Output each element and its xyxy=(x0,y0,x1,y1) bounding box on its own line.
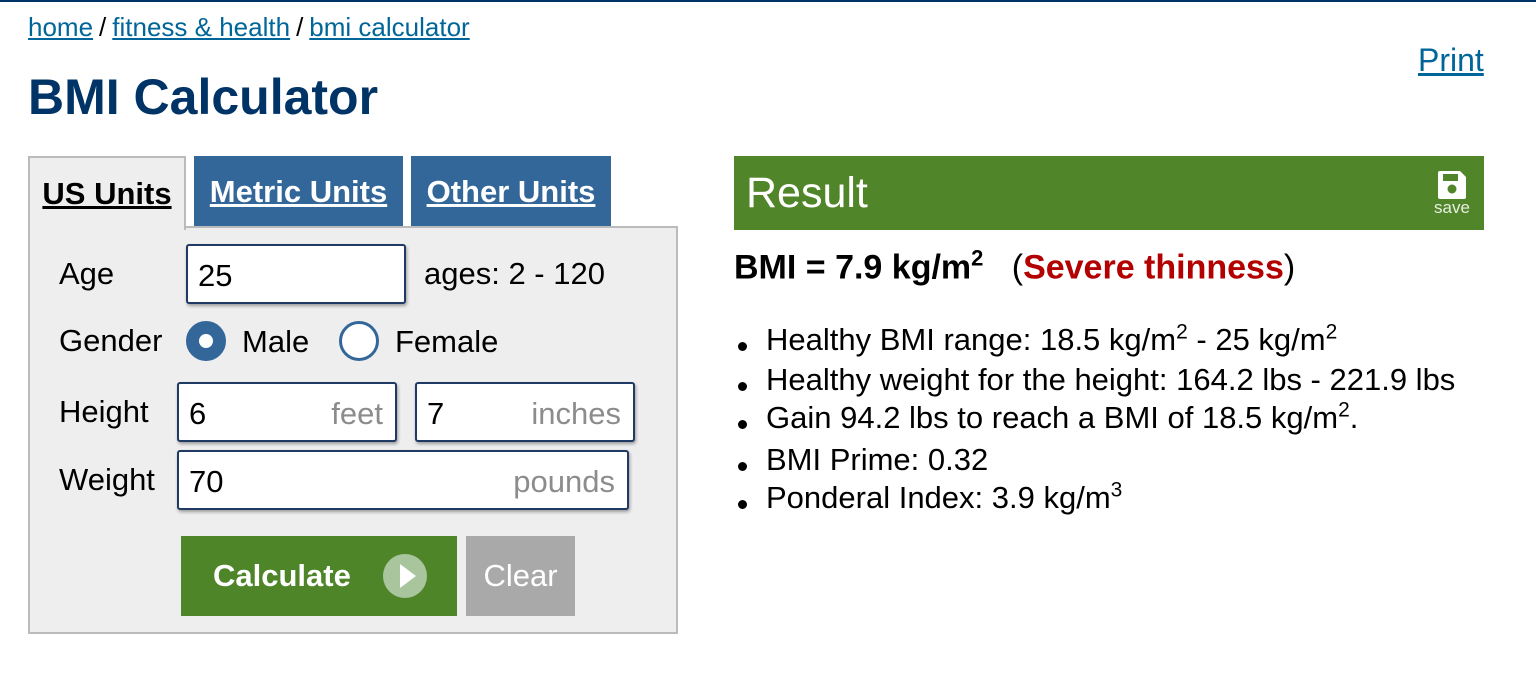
bmi-result-line: BMI = 7.9 kg/m2 (Severe thinness) xyxy=(734,246,1296,287)
floppy-disk-icon xyxy=(1438,171,1466,199)
gender-female-label[interactable]: Female xyxy=(395,324,498,360)
feet-unit-label: feet xyxy=(331,396,383,431)
age-input[interactable]: 25 xyxy=(186,244,406,304)
bmi-value: BMI = 7.9 kg/m xyxy=(734,248,972,287)
page-title: BMI Calculator xyxy=(28,69,379,125)
save-label: save xyxy=(1434,198,1470,217)
weight-input[interactable]: 70 pounds xyxy=(177,450,629,510)
healthy-range-upper: - 25 kg/m xyxy=(1187,322,1326,357)
bmi-category: Severe thinness xyxy=(1023,248,1284,287)
save-button[interactable]: save xyxy=(1430,170,1474,220)
inches-unit-label: inches xyxy=(531,396,621,431)
list-item-ponderal-index: Ponderal Index: 3.9 kg/m3 xyxy=(734,480,1455,522)
list-item-bmi-prime: BMI Prime: 0.32 xyxy=(734,442,1455,480)
healthy-range-text: Healthy BMI range: 18.5 kg/m xyxy=(766,322,1177,357)
exponent: 2 xyxy=(1338,398,1350,422)
breadcrumb-bmi-link[interactable]: bmi calculator xyxy=(309,12,469,42)
result-header: Result save xyxy=(734,156,1484,230)
calculate-button[interactable]: Calculate xyxy=(181,536,457,616)
gender-male-label[interactable]: Male xyxy=(242,324,309,360)
exponent: 2 xyxy=(1176,320,1188,344)
bmi-unit-exponent: 2 xyxy=(971,246,984,271)
tab-metric-units[interactable]: Metric Units xyxy=(194,156,403,228)
gender-label: Gender xyxy=(59,323,163,358)
list-item-healthy-weight: Healthy weight for the height: 164.2 lbs… xyxy=(734,362,1455,400)
pounds-unit-label: pounds xyxy=(513,464,615,499)
calculate-label: Calculate xyxy=(213,558,351,593)
list-item-healthy-range: Healthy BMI range: 18.5 kg/m2 - 25 kg/m2 xyxy=(734,322,1455,362)
result-facts-list: Healthy BMI range: 18.5 kg/m2 - 25 kg/m2… xyxy=(734,322,1455,522)
tab-other-units[interactable]: Other Units xyxy=(411,156,611,228)
weight-value: 70 xyxy=(189,464,224,499)
height-inches-input[interactable]: 7 inches xyxy=(415,382,635,442)
height-label: Height xyxy=(59,394,149,429)
gain-text: Gain 94.2 lbs to reach a BMI of 18.5 kg/… xyxy=(766,400,1339,435)
play-arrow-icon xyxy=(383,554,427,598)
height-feet-value: 6 xyxy=(189,396,207,431)
gender-female-radio[interactable] xyxy=(339,321,379,361)
clear-button[interactable]: Clear xyxy=(466,536,575,616)
top-border xyxy=(0,0,1536,2)
exponent: 3 xyxy=(1110,478,1123,502)
exponent: 2 xyxy=(1325,320,1338,344)
gender-male-radio[interactable] xyxy=(186,321,226,361)
height-feet-input[interactable]: 6 feet xyxy=(177,382,397,442)
weight-label: Weight xyxy=(59,462,155,497)
breadcrumb-fitness-link[interactable]: fitness & health xyxy=(112,12,290,42)
result-heading: Result xyxy=(746,169,868,217)
list-item-gain: Gain 94.2 lbs to reach a BMI of 18.5 kg/… xyxy=(734,400,1455,442)
ponderal-text: Ponderal Index: 3.9 kg/m xyxy=(766,480,1111,515)
breadcrumb-separator: / xyxy=(296,12,304,42)
age-value: 25 xyxy=(198,258,233,293)
breadcrumb: home / fitness & health / bmi calculator xyxy=(28,12,470,43)
gain-period: . xyxy=(1349,400,1359,435)
age-label: Age xyxy=(59,256,115,291)
breadcrumb-separator: / xyxy=(99,12,107,42)
breadcrumb-home-link[interactable]: home xyxy=(28,12,93,42)
age-range-hint: ages: 2 - 120 xyxy=(424,256,605,291)
tab-us-units[interactable]: US Units xyxy=(28,156,186,230)
print-link[interactable]: Print xyxy=(1418,42,1484,79)
height-inches-value: 7 xyxy=(427,396,445,431)
